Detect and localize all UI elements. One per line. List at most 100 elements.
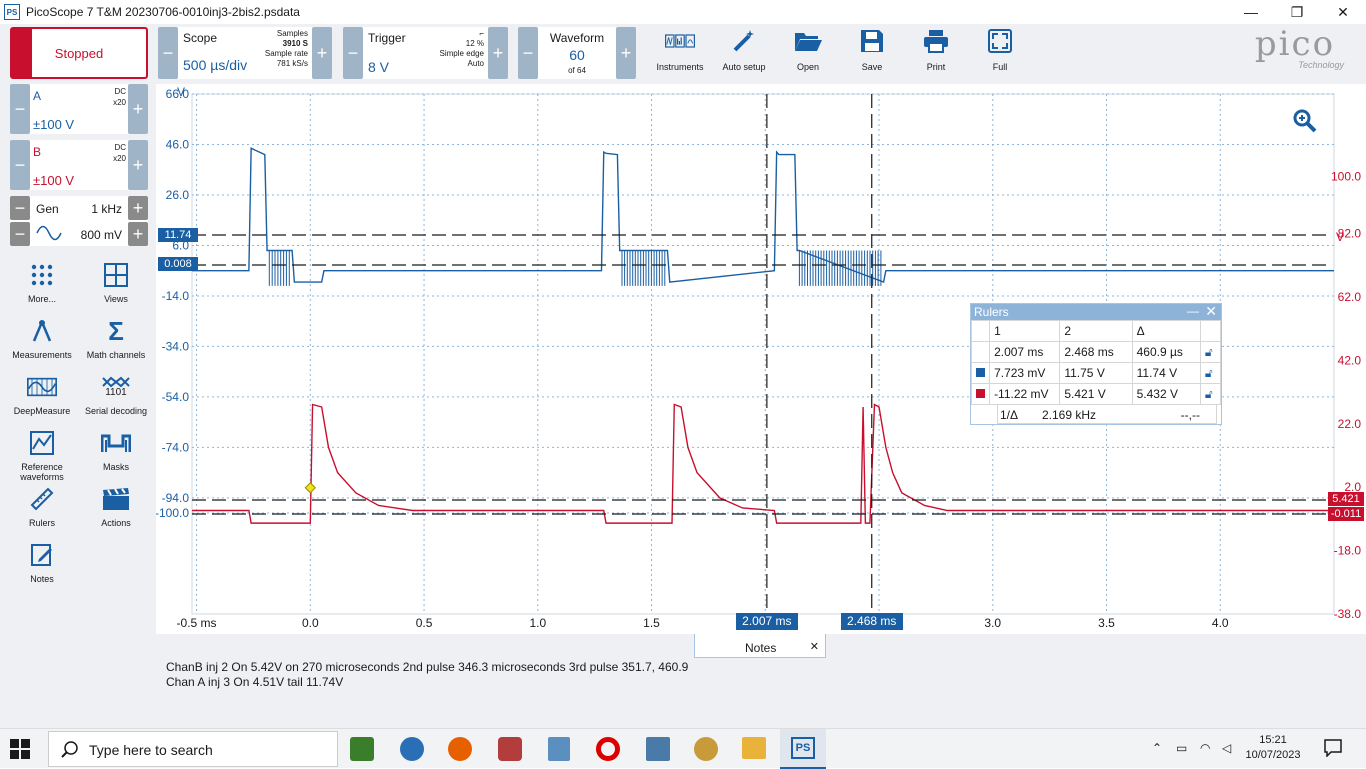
taskbar-app-5-icon[interactable]	[548, 737, 570, 761]
measurements-button[interactable]: Measurements	[10, 316, 74, 360]
minimize-button[interactable]: —	[1228, 0, 1274, 24]
battery-icon[interactable]: ▭	[1176, 741, 1187, 755]
rulers-minimize-button[interactable]: —	[1187, 304, 1199, 318]
y-left-tick-label: -94.0	[162, 491, 190, 505]
trigger-decrease-button[interactable]: −	[343, 27, 363, 79]
left-axis-unit: V	[177, 85, 186, 99]
paint-icon[interactable]	[694, 737, 718, 761]
file-explorer-icon[interactable]	[742, 737, 766, 759]
y-left-tick-label: -34.0	[162, 339, 190, 353]
title-bar: PS PicoScope 7 T&M 20230706-0010inj3-2bi…	[0, 0, 1366, 24]
gen-amp-up-button[interactable]: +	[128, 222, 148, 246]
time-ruler-1-tag[interactable]: 2.007 ms	[735, 613, 798, 630]
rulers-close-button[interactable]: ✕	[1205, 303, 1217, 320]
rulers-button[interactable]: Rulers	[10, 484, 74, 528]
channel-a-range-up-button[interactable]: +	[128, 84, 148, 134]
y-left-tick-label: -74.0	[162, 440, 190, 454]
rulers-row-channel-a: 7.723 mV 11.75 V 11.74 V 🔓︎	[970, 362, 1222, 384]
channel-b-range-down-button[interactable]: −	[10, 140, 30, 190]
channel-b-label[interactable]: B	[33, 145, 41, 159]
mask-icon	[101, 428, 131, 458]
notes-tab[interactable]: Notes ✕	[694, 634, 826, 658]
notes-close-icon[interactable]: ✕	[810, 640, 819, 653]
channel-a-ruler-marker-2[interactable]: 0.008	[158, 257, 198, 271]
instruments-button[interactable]: Instruments	[648, 26, 712, 78]
channel-a-range[interactable]: ±100 V	[33, 117, 74, 132]
notes-text[interactable]: ChanB inj 2 On 5.42V on 270 microseconds…	[166, 660, 688, 690]
timebase-decrease-button[interactable]: −	[158, 27, 178, 79]
rulers-col-delta: Δ	[1131, 320, 1201, 342]
volume-icon[interactable]: ◁	[1222, 741, 1231, 755]
taskbar-search[interactable]: Type here to search	[48, 731, 338, 767]
clapper-icon	[101, 484, 131, 514]
views-button[interactable]: Views	[84, 260, 148, 304]
channel-a-label[interactable]: A	[33, 89, 41, 103]
generator-panel: − − Gen 1 kHz 800 mV + +	[10, 196, 148, 246]
gen-amplitude[interactable]: 800 mV	[81, 228, 122, 242]
open-button[interactable]: Open	[776, 26, 840, 78]
channel-b-range[interactable]: ±100 V	[33, 173, 74, 188]
picoscope-taskbar-button[interactable]: PS	[780, 729, 826, 769]
trigger-panel: − Trigger 8 V ⌐ 12 % Simple edge Auto +	[343, 27, 508, 79]
instruments-icon	[665, 26, 695, 56]
tray-chevron-icon[interactable]: ⌃	[1152, 741, 1162, 755]
maximize-button[interactable]: ❐	[1274, 0, 1320, 24]
caliper-icon	[27, 316, 57, 346]
deepmeasure-button[interactable]: DeepMeasure	[10, 372, 74, 416]
waveform-number[interactable]: 60	[538, 47, 616, 63]
run-stop-button[interactable]: Stopped	[10, 27, 148, 79]
gen-amp-down-button[interactable]: −	[10, 222, 30, 246]
taskbar-app-7-icon[interactable]	[646, 737, 670, 761]
windows-start-icon[interactable]	[10, 739, 30, 762]
taskbar-clock[interactable]: 15:21 10/07/2023	[1240, 733, 1306, 763]
reference-icon	[27, 428, 57, 458]
trigger-increase-button[interactable]: +	[488, 27, 508, 79]
gen-freq-up-button[interactable]: +	[128, 196, 148, 220]
auto-setup-button[interactable]: Auto setup	[712, 26, 776, 78]
waveform-panel: − Waveform 60 of 64 +	[518, 27, 636, 79]
y-left-tick-label: 46.0	[166, 137, 190, 151]
full-screen-button[interactable]: Full	[968, 26, 1032, 78]
gen-label[interactable]: Gen	[36, 202, 59, 216]
actions-button[interactable]: Actions	[84, 484, 148, 528]
y-left-tick-label: 26.0	[166, 188, 190, 202]
opera-icon[interactable]	[596, 737, 620, 761]
wifi-icon[interactable]: ◠	[1200, 741, 1210, 755]
taskbar-app-4-icon[interactable]	[498, 737, 522, 761]
notes-button[interactable]: Notes	[10, 540, 74, 584]
masks-button[interactable]: Masks	[84, 428, 148, 472]
lock-icon[interactable]: 🔓︎	[1199, 362, 1222, 384]
gen-freq-down-button[interactable]: −	[10, 196, 30, 220]
window-title: PicoScope 7 T&M 20230706-0010inj3-2bis2.…	[26, 5, 300, 19]
channel-b-ruler-marker-1[interactable]: 5.421	[1328, 492, 1364, 506]
firefox-icon[interactable]	[448, 737, 472, 761]
gen-frequency[interactable]: 1 kHz	[91, 202, 122, 216]
time-ruler-2-tag[interactable]: 2.468 ms	[840, 613, 903, 630]
trigger-mode: Simple edge	[439, 49, 484, 58]
serial-decoding-button[interactable]: 1101 Serial decoding	[84, 372, 148, 416]
close-button[interactable]: ✕	[1320, 0, 1366, 24]
trigger-level[interactable]: 8 V	[368, 59, 389, 75]
channel-a-ruler-marker-1[interactable]: 11.74	[158, 228, 198, 242]
timebase-value[interactable]: 500 µs/div	[183, 57, 247, 73]
print-button[interactable]: Print	[904, 26, 968, 78]
lock-icon[interactable]: 🔓︎	[1199, 341, 1222, 363]
lock-icon[interactable]: 🔓︎	[1199, 383, 1222, 405]
waveform-prev-button[interactable]: −	[518, 27, 538, 79]
more-button[interactable]: More...	[10, 260, 74, 304]
notes-area: Notes ✕ ChanB inj 2 On 5.42V on 270 micr…	[156, 634, 1366, 728]
zoom-icon[interactable]	[1292, 108, 1318, 137]
channel-b-range-up-button[interactable]: +	[128, 140, 148, 190]
taskbar-app-2-icon[interactable]	[400, 737, 424, 761]
inverse-delta-value: 2.169 kHz	[1042, 408, 1097, 422]
rulers-window[interactable]: Rulers — ✕ 1 2 Δ 2.007 ms 2.468 ms 460.9…	[970, 303, 1222, 425]
channel-b-ruler-marker-2[interactable]: -0.011	[1328, 507, 1364, 521]
taskbar-app-1-icon[interactable]	[350, 737, 374, 761]
math-channels-button[interactable]: Σ Math channels	[84, 316, 148, 361]
waveform-next-button[interactable]: +	[616, 27, 636, 79]
reference-waveforms-button[interactable]: Reference waveforms	[10, 428, 74, 482]
notifications-icon[interactable]	[1324, 739, 1342, 760]
save-button[interactable]: Save	[840, 26, 904, 78]
channel-a-range-down-button[interactable]: −	[10, 84, 30, 134]
timebase-increase-button[interactable]: +	[312, 27, 332, 79]
